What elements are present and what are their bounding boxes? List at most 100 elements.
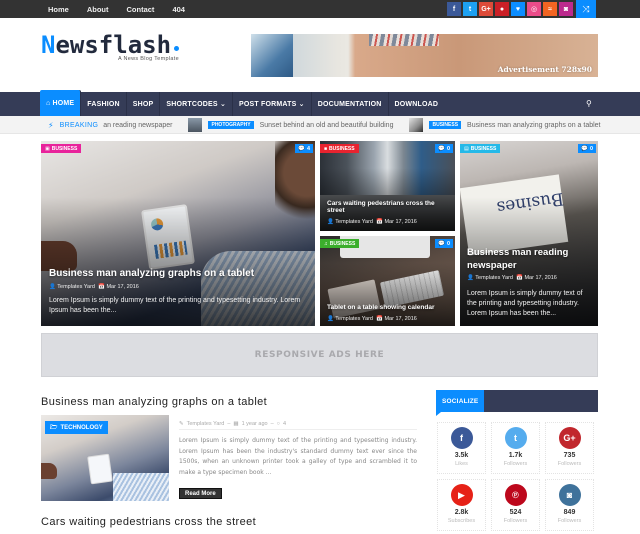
counter-label: Followers [503, 461, 528, 467]
featured-post-small[interactable]: ■ BUSINESS 💬 0 Cars waiting pedestrians cr… [320, 141, 455, 231]
post-title[interactable]: Cars waiting pedestrians cross the stree… [41, 516, 256, 528]
nav-item-shortcodes[interactable]: SHORTCODES ⌄ [160, 92, 234, 116]
search-icon[interactable]: ⚲ [586, 99, 592, 108]
top-link-about[interactable]: About [87, 5, 109, 14]
comment-count[interactable]: 4 [283, 421, 286, 427]
featured-title[interactable]: Cars waiting pedestrians cross the stree… [327, 200, 447, 214]
social-counter-facebook[interactable]: f 3.5k Likes [437, 422, 486, 474]
dribbble-icon[interactable]: ◎ [527, 2, 541, 16]
youtube-icon: ▶ [450, 484, 473, 506]
widget-title: SOCIALIZE [436, 390, 485, 412]
read-more-button[interactable]: Read More [179, 488, 222, 499]
ticker-item[interactable]: Business man analyzing graphs on a table… [467, 122, 600, 129]
featured-post-large[interactable]: ▣ BUSINESS 💬 4 Business man analyzing grap… [41, 141, 315, 326]
top-link-home[interactable]: Home [48, 5, 69, 14]
pinterest-icon[interactable]: ● [495, 2, 509, 16]
breaking-news-ticker: ⚡ BREAKING an reading newspaper PHOTOGRA… [0, 116, 640, 134]
rss-icon[interactable]: ≈ [543, 2, 557, 16]
date: Mar 17, 2016 [384, 316, 417, 322]
author[interactable]: Templates Yard [475, 275, 513, 281]
date: Mar 17, 2016 [106, 284, 139, 290]
author[interactable]: Templates Yard [57, 284, 95, 290]
social-counter-youtube[interactable]: ▶ 2.8k Subscribes [437, 479, 486, 531]
author[interactable]: Templates Yard [187, 421, 225, 427]
post-excerpt: Lorem Ipsum is simply dummy text of the … [179, 437, 417, 476]
logo-first-letter: N [41, 31, 56, 59]
thumb-arm [113, 473, 169, 501]
ticker-item[interactable]: Sunset behind an old and beautiful build… [260, 122, 394, 129]
random-post-shuffle-icon[interactable]: ⤨ [576, 0, 596, 18]
nav-item-download[interactable]: DOWNLOAD [389, 92, 445, 116]
ticker-category-badge[interactable]: BUSINESS [429, 121, 462, 129]
separator: – [227, 420, 231, 427]
ticker-item[interactable]: an reading newspaper [103, 122, 172, 129]
thumb-tablet [87, 453, 113, 485]
comment-count-badge: 💬 0 [435, 144, 453, 153]
comments-icon: 💬 [438, 240, 445, 247]
comments-icon: 💬 [438, 145, 445, 152]
header-ad-banner[interactable]: Advertisement 728x90 [251, 34, 598, 77]
logo-dot [174, 46, 180, 51]
top-link-contact[interactable]: Contact [127, 5, 155, 14]
featured-title[interactable]: Business man reading newspaper [467, 246, 590, 272]
top-bar: Home About Contact 404 f t G+ ● ♥ ◎ ≈ ◙ … [0, 0, 640, 18]
category-label: BUSINESS [51, 145, 78, 152]
title-pointer [436, 412, 441, 416]
category-label: BUSINESS [470, 145, 497, 152]
nav-item-label: HOME [52, 99, 75, 107]
social-counter-grid: f 3.5k Likes t 1.7k Followers G+ 735 Fol… [437, 422, 599, 531]
author[interactable]: Templates Yard [335, 316, 373, 322]
sidebar-widget-header: SOCIALIZE [436, 390, 598, 416]
comment-count: 4 [306, 145, 310, 152]
comment-count: 0 [446, 240, 450, 247]
twitter-icon[interactable]: t [463, 2, 477, 16]
post-meta: 👤 Templates Yard 📅 Mar 17, 2016 [49, 284, 139, 290]
featured-title[interactable]: Business man analyzing graphs on a table… [49, 268, 307, 279]
featured-post-tall[interactable]: ▤BUSINESS 💬0 Business man reading newspa… [460, 141, 598, 326]
featured-title[interactable]: Tablet on a table showing calendar [327, 304, 447, 311]
separator: – [270, 420, 274, 427]
ticker-thumbnail [188, 118, 203, 132]
date: Mar 17, 2016 [384, 219, 417, 225]
comment-count-badge: 💬 4 [295, 144, 313, 153]
bolt-icon: ⚡ [48, 120, 54, 130]
ad-label: Advertisement 728x90 [497, 65, 592, 74]
counter-value: 849 [563, 509, 576, 516]
post-meta: 👤 Templates Yard 📅 Mar 17, 2016 [327, 219, 417, 225]
ticker-category-badge[interactable]: PHOTOGRAPHY [208, 121, 254, 129]
social-counter-pinterest[interactable]: ℗ 524 Followers [491, 479, 540, 531]
category-badge[interactable]: ▣ BUSINESS [41, 144, 82, 153]
author[interactable]: Templates Yard [335, 219, 373, 225]
social-counter-instagram[interactable]: ◙ 849 Followers [545, 479, 594, 531]
top-nav: Home About Contact 404 [48, 0, 185, 18]
facebook-icon[interactable]: f [447, 2, 461, 16]
pencil-icon: ✎ [179, 420, 184, 427]
main-nav: ⌂ HOME FASHION SHOP SHORTCODES ⌄ POST FOR… [0, 90, 640, 116]
site-logo[interactable]: Newsflash [41, 31, 180, 59]
social-counter-twitter[interactable]: t 1.7k Followers [491, 422, 540, 474]
category-badge[interactable]: ■ BUSINESS [320, 144, 359, 153]
nav-item-post-formats[interactable]: POST FORMATS ⌄ [233, 92, 312, 116]
nav-item-shop[interactable]: SHOP [127, 92, 161, 116]
featured-excerpt: Lorem Ipsum is simply dummy text of the … [49, 297, 301, 314]
category-badge[interactable]: ♫ BUSINESS [320, 239, 360, 248]
post-title[interactable]: Business man analyzing graphs on a table… [41, 396, 267, 408]
category-badge[interactable]: ▤ BUSINESS [460, 144, 501, 153]
nav-item-documentation[interactable]: DOCUMENTATION [312, 92, 389, 116]
counter-label: Followers [557, 518, 582, 524]
responsive-ad-slot[interactable]: RESPONSIVE ADS HERE [41, 333, 598, 377]
nav-item-home[interactable]: ⌂ HOME [40, 90, 82, 116]
google-plus-icon[interactable]: G+ [479, 2, 493, 16]
site-tagline: A News Blog Template [118, 56, 179, 62]
comment-count: 0 [589, 145, 593, 152]
featured-post-small[interactable]: ♫ BUSINESS 💬 0 Tablet on a table showing c… [320, 236, 455, 326]
comment-count: 0 [446, 145, 450, 152]
post-category-badge[interactable]: 🗁 TECHNOLOGY [45, 421, 108, 434]
post-meta: 👤 Templates Yard 📅 Mar 17, 2016 [327, 316, 417, 322]
instagram-icon[interactable]: ◙ [559, 2, 573, 16]
bloglovin-icon[interactable]: ♥ [511, 2, 525, 16]
post-meta: 👤 Templates Yard 📅 Mar 17, 2016 [467, 275, 557, 281]
nav-item-fashion[interactable]: FASHION [81, 92, 127, 116]
top-link-404[interactable]: 404 [172, 5, 185, 14]
social-counter-google-plus[interactable]: G+ 735 Followers [545, 422, 594, 474]
